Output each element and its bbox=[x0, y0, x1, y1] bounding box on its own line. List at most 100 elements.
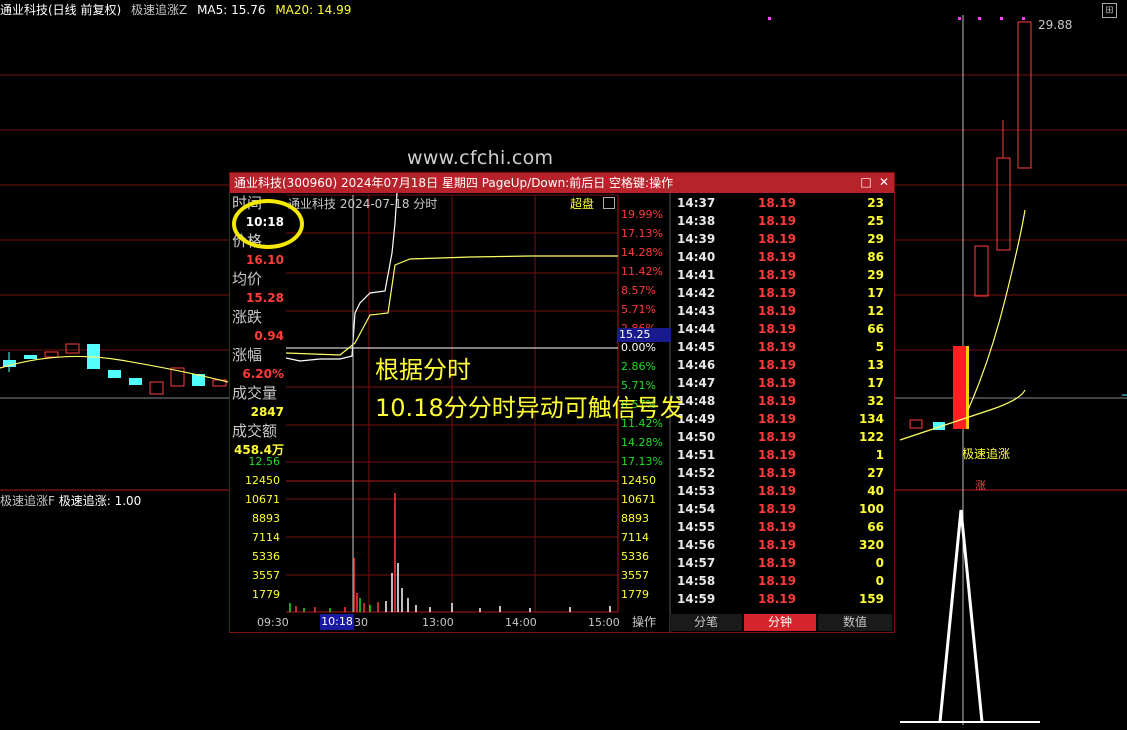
popup-titlebar[interactable]: 通业科技(300960) 2024年07月18日 星期四 PageUp/Down… bbox=[230, 173, 894, 193]
candle bbox=[149, 381, 164, 395]
tick-row[interactable]: 14:46 18.19 13 bbox=[670, 356, 892, 374]
tick-row[interactable]: 14:52 18.19 27 bbox=[670, 464, 892, 482]
tick-row[interactable]: 14:39 18.19 29 bbox=[670, 230, 892, 248]
tick-time: 14:43 bbox=[677, 304, 716, 318]
pct-tick: 17.13% bbox=[621, 227, 663, 240]
tick-time: 14:40 bbox=[677, 250, 716, 264]
tick-row[interactable]: 14:56 18.19 320 bbox=[670, 536, 892, 554]
tick-price: 18.19 bbox=[758, 484, 796, 498]
time-label: 14:00 bbox=[505, 616, 537, 629]
tick-row[interactable]: 14:57 18.19 0 bbox=[670, 554, 892, 572]
time-label: 30 bbox=[354, 616, 368, 629]
time-label: 09:30 bbox=[257, 616, 289, 629]
tick-vol: 320 bbox=[858, 538, 884, 552]
tick-row[interactable]: 14:47 18.19 17 bbox=[670, 374, 892, 392]
sub-chart-header: 极速追涨F 极速追涨: 1.00 bbox=[0, 492, 141, 510]
vol-tick-right: 10671 bbox=[621, 493, 656, 506]
tick-vol: 27 bbox=[867, 466, 884, 480]
watermark: www.cfchi.com bbox=[407, 147, 554, 169]
tick-row[interactable]: 14:50 18.19 122 bbox=[670, 428, 892, 446]
candle bbox=[65, 343, 80, 354]
close-icon[interactable]: ✕ bbox=[878, 176, 890, 188]
vol-tick-right: 3557 bbox=[621, 569, 649, 582]
pct-tick: 11.42% bbox=[621, 265, 663, 278]
info-label-amount: 成交额 bbox=[232, 422, 278, 440]
candle bbox=[1017, 21, 1032, 169]
tick-row[interactable]: 14:49 18.19 134 bbox=[670, 410, 892, 428]
tick-price: 18.19 bbox=[758, 232, 796, 246]
tick-row[interactable]: 14:44 18.19 66 bbox=[670, 320, 892, 338]
tick-price: 18.19 bbox=[758, 214, 796, 228]
indicator-name[interactable]: 极速追涨Z bbox=[131, 3, 187, 17]
tick-time: 14:54 bbox=[677, 502, 716, 516]
tab-fenbi[interactable]: 分笔 bbox=[670, 614, 742, 631]
main-chart-header: 通业科技(日线 前复权) 极速追涨Z MA5: 15.76 MA20: 14.9… bbox=[0, 0, 357, 20]
tab-fenzhong[interactable]: 分钟 bbox=[744, 614, 816, 631]
annotation-line2: 10.18分分时异动可触信号发 bbox=[375, 394, 684, 422]
tick-row[interactable]: 14:38 18.19 25 bbox=[670, 212, 892, 230]
tick-vol: 1 bbox=[875, 448, 884, 462]
tick-row[interactable]: 14:53 18.19 40 bbox=[670, 482, 892, 500]
window-toggle-icon[interactable]: ⊞ bbox=[1102, 3, 1117, 18]
tick-time: 14:41 bbox=[677, 268, 716, 282]
time-cursor-label: 10:18 bbox=[320, 614, 354, 630]
info-value-volume: 2847 bbox=[250, 405, 284, 419]
price-tag: 15.25 bbox=[617, 328, 671, 342]
vol-tick-right: 5336 bbox=[621, 550, 649, 563]
tick-row[interactable]: 14:59 18.19 159 bbox=[670, 590, 892, 608]
tick-row[interactable]: 14:55 18.19 66 bbox=[670, 518, 892, 536]
candle bbox=[909, 419, 923, 429]
tick-row[interactable]: 14:41 18.19 29 bbox=[670, 266, 892, 284]
vol-tick-left: 12450 bbox=[245, 474, 280, 487]
chaopan-button[interactable]: 超盘 bbox=[570, 195, 594, 212]
pct-tick: 14.28% bbox=[621, 436, 663, 449]
tick-price: 18.19 bbox=[758, 250, 796, 264]
tick-price: 18.19 bbox=[758, 502, 796, 516]
tick-time: 14:52 bbox=[677, 466, 716, 480]
ops-button[interactable]: 操作 bbox=[621, 614, 667, 630]
highlight-circle bbox=[232, 199, 304, 249]
sub-indicator-name[interactable]: 极速追涨F bbox=[0, 494, 55, 508]
signal-dots bbox=[768, 17, 1025, 20]
tick-vol: 13 bbox=[867, 358, 884, 372]
info-value-change: 0.94 bbox=[254, 329, 284, 343]
tick-row[interactable]: 14:37 18.19 23 bbox=[670, 194, 892, 212]
tick-vol: 29 bbox=[867, 232, 884, 246]
tab-shuzhi[interactable]: 数值 bbox=[818, 614, 892, 631]
maximize-icon[interactable]: □ bbox=[860, 176, 872, 188]
tick-tabs[interactable]: 分笔 分钟 数值 bbox=[670, 614, 894, 631]
tick-row[interactable]: 14:42 18.19 17 bbox=[670, 284, 892, 302]
tick-price: 18.19 bbox=[758, 304, 796, 318]
tick-row[interactable]: 14:54 18.19 100 bbox=[670, 500, 892, 518]
annotation-line1: 根据分时 bbox=[375, 356, 471, 384]
popup-title: 通业科技(300960) 2024年07月18日 星期四 PageUp/Down… bbox=[234, 176, 674, 190]
tick-price: 18.19 bbox=[758, 286, 796, 300]
tick-row[interactable]: 14:43 18.19 12 bbox=[670, 302, 892, 320]
candles-right bbox=[899, 21, 1032, 441]
tick-vol: 66 bbox=[867, 322, 884, 336]
settings-icon[interactable] bbox=[603, 197, 615, 209]
sub-indicator-value: 极速追涨: 1.00 bbox=[58, 494, 142, 508]
tick-row[interactable]: 14:58 18.19 0 bbox=[670, 572, 892, 590]
tick-vol: 25 bbox=[867, 214, 884, 228]
tick-time: 14:59 bbox=[677, 592, 716, 606]
vol-tick-left: 5336 bbox=[252, 550, 280, 563]
tick-row[interactable]: 14:45 18.19 5 bbox=[670, 338, 892, 356]
candle bbox=[108, 370, 121, 378]
tick-price: 18.19 bbox=[758, 322, 796, 336]
info-label-change: 涨跌 bbox=[232, 308, 263, 326]
tick-row[interactable]: 14:40 18.19 86 bbox=[670, 248, 892, 266]
tick-time: 14:51 bbox=[677, 448, 716, 462]
info-label-pct: 涨幅 bbox=[232, 346, 263, 364]
tick-price: 18.19 bbox=[758, 538, 796, 552]
info-label-avg: 均价 bbox=[232, 270, 263, 288]
tick-time: 14:56 bbox=[677, 538, 716, 552]
intraday-subheader: 通业科技 2024-07-18 分时 bbox=[288, 197, 438, 211]
tick-row[interactable]: 14:48 18.19 32 bbox=[670, 392, 892, 410]
tick-price: 18.19 bbox=[758, 448, 796, 462]
vol-tick-left: 7114 bbox=[252, 531, 280, 544]
tick-row[interactable]: 14:51 18.19 1 bbox=[670, 446, 892, 464]
stock-title[interactable]: 通业科技(日线 前复权) bbox=[0, 3, 121, 17]
tick-list[interactable]: 14:37 18.19 23 14:38 18.19 25 14:39 18.19 29 1… bbox=[670, 194, 892, 608]
signal-label: 极速追涨 bbox=[962, 447, 1011, 461]
